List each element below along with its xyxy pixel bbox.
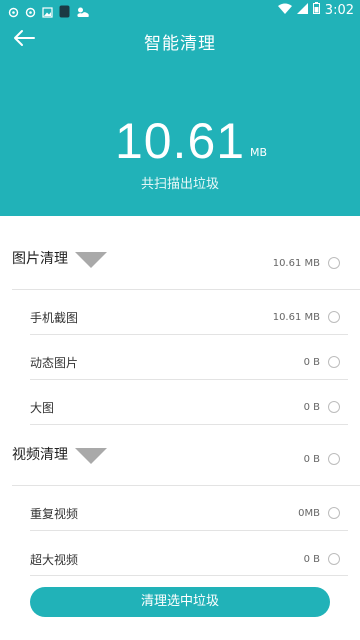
list-item-gifs[interactable]: 动态图片 0 B: [0, 354, 360, 398]
wifi-icon: [277, 3, 292, 18]
total-size-wrap: 10.61: [0, 112, 360, 170]
scan-caption: 共扫描出垃圾: [140, 177, 219, 192]
divider: [30, 334, 348, 335]
list-item-large-images[interactable]: 大图 0 B: [0, 399, 360, 443]
status-right-icons: 3:02: [277, 2, 354, 18]
divider: [30, 575, 348, 576]
section-videos-radio[interactable]: [328, 453, 340, 465]
clean-selected-button[interactable]: 清理选中垃圾: [30, 587, 330, 617]
section-images-title: 图片清理: [12, 251, 68, 267]
divider: [30, 424, 348, 425]
signal-icon: [296, 2, 308, 18]
item-size: 0 B: [303, 357, 320, 368]
section-videos-header[interactable]: 视频清理 0 B: [0, 438, 360, 488]
divider: [30, 530, 348, 531]
battery-icon: [312, 2, 320, 18]
expand-arrow-icon[interactable]: [75, 448, 107, 464]
section-images-size: 10.61 MB: [272, 258, 320, 269]
item-label: 动态图片: [30, 356, 79, 370]
status-bar: 3:02: [0, 0, 360, 20]
section-videos-size: 0 B: [303, 454, 320, 465]
item-size: 0 B: [303, 554, 320, 565]
list-item-duplicate-videos[interactable]: 重复视频 0MB: [0, 505, 360, 549]
header-banner: 3:02 智能清理 10.61 MB 共扫描出垃圾: [0, 0, 360, 216]
total-size-unit: MB: [250, 146, 268, 159]
section-images-radio[interactable]: [328, 257, 340, 269]
item-size: 10.61 MB: [272, 312, 320, 323]
expand-arrow-icon[interactable]: [75, 252, 107, 268]
item-radio[interactable]: [328, 553, 340, 565]
status-time: 3:02: [324, 2, 354, 18]
total-size-value: 10.61: [114, 113, 246, 169]
divider: [30, 379, 348, 380]
top-bar: 智能清理: [0, 20, 360, 60]
item-label: 重复视频: [30, 507, 79, 521]
divider: [12, 289, 360, 290]
section-videos-title: 视频清理: [12, 447, 68, 463]
item-radio[interactable]: [328, 507, 340, 519]
section-images-header[interactable]: 图片清理 10.61 MB: [0, 242, 360, 292]
item-radio[interactable]: [328, 356, 340, 368]
list-item-screenshots[interactable]: 手机截图 10.61 MB: [0, 309, 360, 353]
item-radio[interactable]: [328, 401, 340, 413]
item-label: 手机截图: [30, 311, 79, 325]
item-label: 大图: [30, 401, 55, 415]
item-size: 0MB: [298, 508, 320, 519]
page-title: 智能清理: [144, 34, 216, 54]
item-label: 超大视频: [30, 553, 79, 567]
divider: [12, 485, 360, 486]
item-size: 0 B: [303, 402, 320, 413]
item-radio[interactable]: [328, 311, 340, 323]
